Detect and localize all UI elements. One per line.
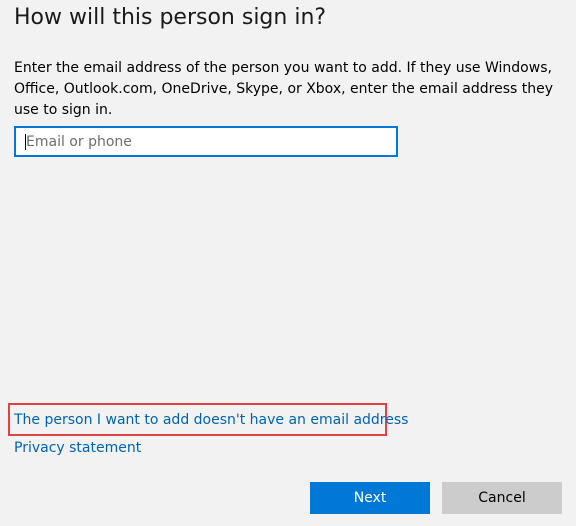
sign-in-dialog: How will this person sign in? Enter the …: [0, 0, 576, 526]
text-cursor: [25, 134, 26, 150]
email-or-phone-input[interactable]: [16, 128, 396, 155]
dialog-title: How will this person sign in?: [14, 5, 327, 30]
privacy-statement-link[interactable]: Privacy statement: [14, 440, 141, 456]
next-button[interactable]: Next: [310, 482, 430, 514]
cancel-button[interactable]: Cancel: [442, 482, 562, 514]
dialog-description: Enter the email address of the person yo…: [14, 60, 553, 118]
email-field-container: [14, 126, 398, 157]
no-email-address-link[interactable]: The person I want to add doesn't have an…: [14, 412, 408, 428]
